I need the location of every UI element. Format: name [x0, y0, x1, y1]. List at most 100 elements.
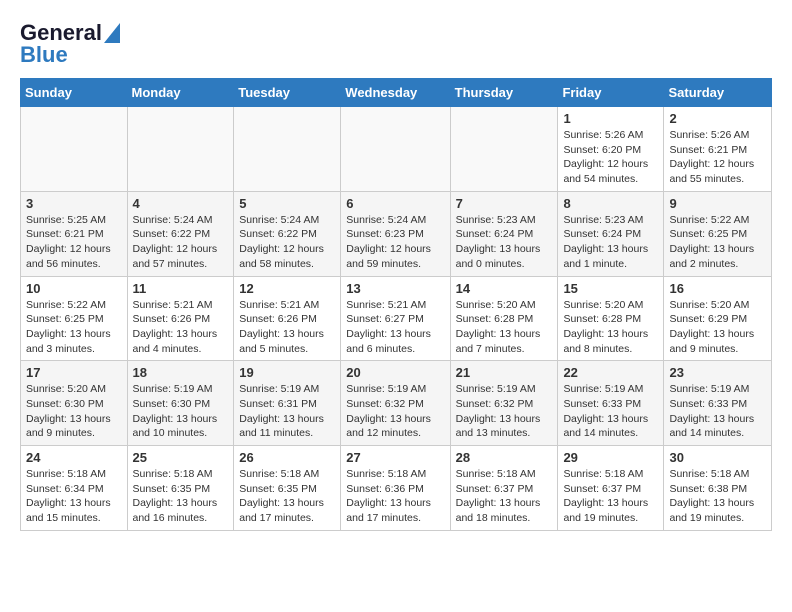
day-number: 5 [239, 196, 335, 211]
day-number: 21 [456, 365, 553, 380]
calendar-cell-w3-d0: 17Sunrise: 5:20 AMSunset: 6:30 PMDayligh… [21, 361, 128, 446]
day-number: 14 [456, 281, 553, 296]
calendar-cell-w2-d6: 16 Sunrise: 5:20 AMSunset: 6:29 PMDayligh… [664, 276, 772, 361]
calendar-cell-w4-d3: 27 Sunrise: 5:18 AMSunset: 6:36 PMDayligh… [341, 446, 450, 531]
day-number: 29 [563, 450, 658, 465]
calendar-cell-w4-d5: 29 Sunrise: 5:18 AMSunset: 6:37 PMDayligh… [558, 446, 664, 531]
calendar-cell-w4-d1: 25 Sunrise: 5:18 AMSunset: 6:35 PMDayligh… [127, 446, 234, 531]
day-number: 22 [563, 365, 658, 380]
day-detail: Sunrise: 5:22 AMSunset: 6:25 PMDaylight:… [669, 213, 766, 272]
day-detail: Sunrise: 5:20 AMSunset: 6:28 PMDaylight:… [456, 298, 553, 357]
day-detail: Sunrise: 5:23 AMSunset: 6:24 PMDaylight:… [456, 213, 553, 272]
calendar-cell-w4-d6: 30 Sunrise: 5:18 AMSunset: 6:38 PMDayligh… [664, 446, 772, 531]
calendar-cell-w0-d1 [127, 107, 234, 192]
calendar-cell-w0-d4 [450, 107, 558, 192]
day-detail: Sunrise: 5:26 AMSunset: 6:20 PMDaylight:… [563, 128, 658, 187]
calendar-cell-w0-d0 [21, 107, 128, 192]
calendar-cell-w2-d1: 11Sunrise: 5:21 AMSunset: 6:26 PMDayligh… [127, 276, 234, 361]
day-detail: Sunrise: 5:19 AMSunset: 6:32 PMDaylight:… [346, 382, 444, 441]
day-number: 13 [346, 281, 444, 296]
calendar-cell-w1-d5: 8 Sunrise: 5:23 AMSunset: 6:24 PMDaylight… [558, 191, 664, 276]
day-detail: Sunrise: 5:20 AMSunset: 6:30 PMDaylight:… [26, 382, 122, 441]
day-detail: Sunrise: 5:18 AMSunset: 6:37 PMDaylight:… [456, 467, 553, 526]
day-detail: Sunrise: 5:21 AMSunset: 6:26 PMDaylight:… [239, 298, 335, 357]
day-number: 1 [563, 111, 658, 126]
logo-blue: Blue [20, 42, 68, 68]
calendar-cell-w3-d5: 22 Sunrise: 5:19 AMSunset: 6:33 PMDayligh… [558, 361, 664, 446]
calendar-cell-w1-d4: 7 Sunrise: 5:23 AMSunset: 6:24 PMDaylight… [450, 191, 558, 276]
day-number: 7 [456, 196, 553, 211]
day-detail: Sunrise: 5:18 AMSunset: 6:36 PMDaylight:… [346, 467, 444, 526]
calendar-cell-w0-d6: 2Sunrise: 5:26 AMSunset: 6:21 PMDaylight… [664, 107, 772, 192]
calendar-cell-w2-d5: 15 Sunrise: 5:20 AMSunset: 6:28 PMDayligh… [558, 276, 664, 361]
day-number: 20 [346, 365, 444, 380]
day-detail: Sunrise: 5:24 AMSunset: 6:22 PMDaylight:… [239, 213, 335, 272]
day-number: 30 [669, 450, 766, 465]
day-detail: Sunrise: 5:24 AMSunset: 6:22 PMDaylight:… [133, 213, 229, 272]
calendar-cell-w4-d0: 24 Sunrise: 5:18 AMSunset: 6:34 PMDayligh… [21, 446, 128, 531]
week-row-1: 3Sunrise: 5:25 AMSunset: 6:21 PMDaylight… [21, 191, 772, 276]
calendar-cell-w3-d1: 18 Sunrise: 5:19 AMSunset: 6:30 PMDayligh… [127, 361, 234, 446]
calendar-table: SundayMondayTuesdayWednesdayThursdayFrid… [20, 78, 772, 531]
calendar-cell-w1-d1: 4 Sunrise: 5:24 AMSunset: 6:22 PMDaylight… [127, 191, 234, 276]
day-number: 18 [133, 365, 229, 380]
calendar-cell-w1-d6: 9Sunrise: 5:22 AMSunset: 6:25 PMDaylight… [664, 191, 772, 276]
week-row-2: 10 Sunrise: 5:22 AMSunset: 6:25 PMDayligh… [21, 276, 772, 361]
day-detail: Sunrise: 5:23 AMSunset: 6:24 PMDaylight:… [563, 213, 658, 272]
page-header: General Blue [20, 20, 772, 68]
calendar-cell-w4-d2: 26 Sunrise: 5:18 AMSunset: 6:35 PMDayligh… [234, 446, 341, 531]
day-detail: Sunrise: 5:19 AMSunset: 6:33 PMDaylight:… [669, 382, 766, 441]
day-number: 26 [239, 450, 335, 465]
header-day-sunday: Sunday [21, 79, 128, 107]
header-day-thursday: Thursday [450, 79, 558, 107]
day-detail: Sunrise: 5:18 AMSunset: 6:37 PMDaylight:… [563, 467, 658, 526]
day-number: 10 [26, 281, 122, 296]
day-number: 4 [133, 196, 229, 211]
calendar-cell-w0-d3 [341, 107, 450, 192]
header-day-tuesday: Tuesday [234, 79, 341, 107]
calendar-cell-w0-d2 [234, 107, 341, 192]
header-day-wednesday: Wednesday [341, 79, 450, 107]
calendar-cell-w2-d0: 10 Sunrise: 5:22 AMSunset: 6:25 PMDayligh… [21, 276, 128, 361]
calendar-cell-w2-d3: 13Sunrise: 5:21 AMSunset: 6:27 PMDayligh… [341, 276, 450, 361]
week-row-0: 1 Sunrise: 5:26 AMSunset: 6:20 PMDaylight… [21, 107, 772, 192]
header-day-monday: Monday [127, 79, 234, 107]
day-number: 19 [239, 365, 335, 380]
day-number: 15 [563, 281, 658, 296]
day-number: 27 [346, 450, 444, 465]
day-detail: Sunrise: 5:18 AMSunset: 6:35 PMDaylight:… [133, 467, 229, 526]
calendar-cell-w3-d4: 21 Sunrise: 5:19 AMSunset: 6:32 PMDayligh… [450, 361, 558, 446]
calendar-cell-w0-d5: 1 Sunrise: 5:26 AMSunset: 6:20 PMDaylight… [558, 107, 664, 192]
day-detail: Sunrise: 5:18 AMSunset: 6:38 PMDaylight:… [669, 467, 766, 526]
day-number: 8 [563, 196, 658, 211]
day-detail: Sunrise: 5:18 AMSunset: 6:34 PMDaylight:… [26, 467, 122, 526]
day-detail: Sunrise: 5:19 AMSunset: 6:31 PMDaylight:… [239, 382, 335, 441]
day-detail: Sunrise: 5:19 AMSunset: 6:30 PMDaylight:… [133, 382, 229, 441]
day-detail: Sunrise: 5:18 AMSunset: 6:35 PMDaylight:… [239, 467, 335, 526]
day-number: 25 [133, 450, 229, 465]
calendar-cell-w4-d4: 28 Sunrise: 5:18 AMSunset: 6:37 PMDayligh… [450, 446, 558, 531]
day-number: 16 [669, 281, 766, 296]
day-detail: Sunrise: 5:26 AMSunset: 6:21 PMDaylight:… [669, 128, 766, 187]
week-row-3: 17Sunrise: 5:20 AMSunset: 6:30 PMDayligh… [21, 361, 772, 446]
header-row: SundayMondayTuesdayWednesdayThursdayFrid… [21, 79, 772, 107]
day-detail: Sunrise: 5:22 AMSunset: 6:25 PMDaylight:… [26, 298, 122, 357]
day-detail: Sunrise: 5:21 AMSunset: 6:26 PMDaylight:… [133, 298, 229, 357]
calendar-cell-w1-d2: 5 Sunrise: 5:24 AMSunset: 6:22 PMDaylight… [234, 191, 341, 276]
day-number: 24 [26, 450, 122, 465]
calendar-cell-w2-d2: 12 Sunrise: 5:21 AMSunset: 6:26 PMDayligh… [234, 276, 341, 361]
day-detail: Sunrise: 5:19 AMSunset: 6:33 PMDaylight:… [563, 382, 658, 441]
day-number: 3 [26, 196, 122, 211]
calendar-cell-w1-d3: 6Sunrise: 5:24 AMSunset: 6:23 PMDaylight… [341, 191, 450, 276]
header-day-saturday: Saturday [664, 79, 772, 107]
calendar-cell-w3-d3: 20 Sunrise: 5:19 AMSunset: 6:32 PMDayligh… [341, 361, 450, 446]
day-detail: Sunrise: 5:19 AMSunset: 6:32 PMDaylight:… [456, 382, 553, 441]
day-detail: Sunrise: 5:20 AMSunset: 6:29 PMDaylight:… [669, 298, 766, 357]
day-detail: Sunrise: 5:24 AMSunset: 6:23 PMDaylight:… [346, 213, 444, 272]
logo: General Blue [20, 20, 120, 68]
calendar-cell-w2-d4: 14 Sunrise: 5:20 AMSunset: 6:28 PMDayligh… [450, 276, 558, 361]
day-detail: Sunrise: 5:20 AMSunset: 6:28 PMDaylight:… [563, 298, 658, 357]
day-number: 28 [456, 450, 553, 465]
day-number: 12 [239, 281, 335, 296]
calendar-cell-w1-d0: 3Sunrise: 5:25 AMSunset: 6:21 PMDaylight… [21, 191, 128, 276]
